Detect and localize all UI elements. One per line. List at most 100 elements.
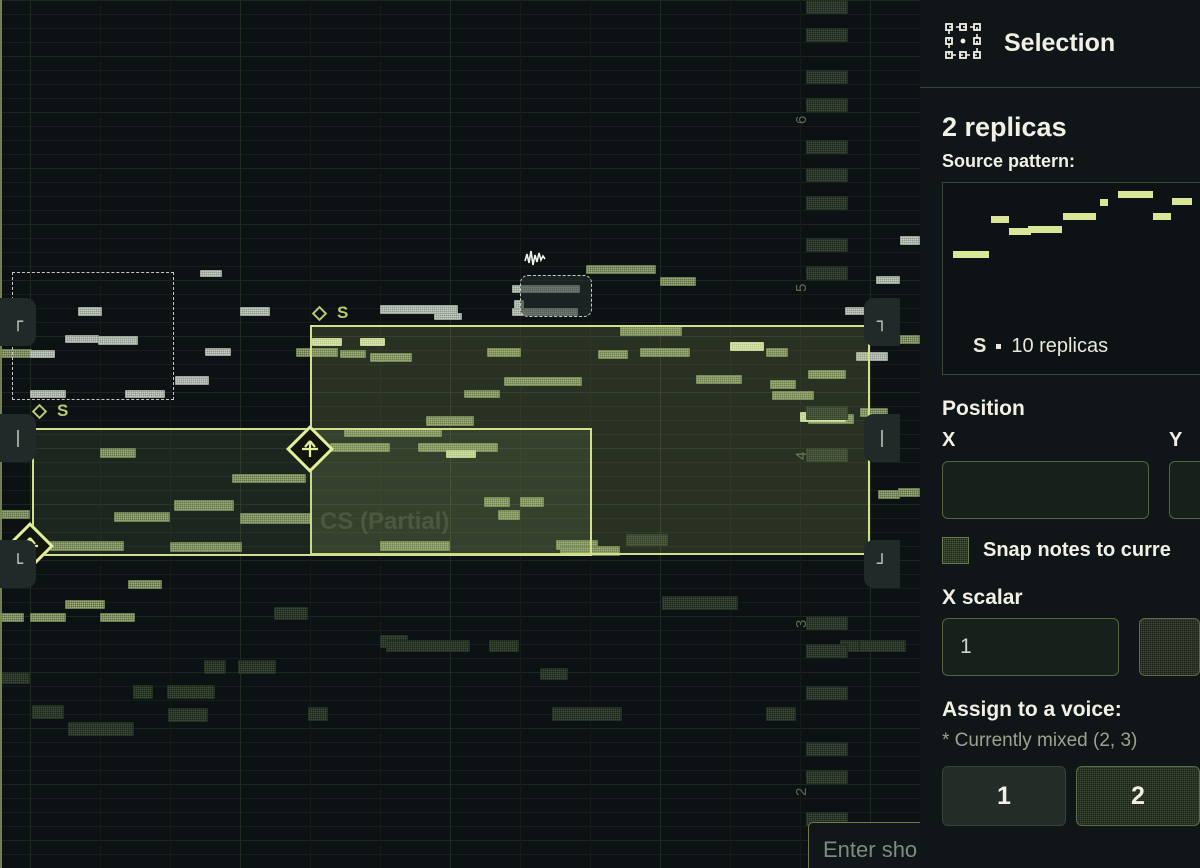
note-block[interactable]	[434, 313, 462, 320]
position-x-input[interactable]	[942, 461, 1149, 519]
note-block[interactable]	[620, 326, 682, 336]
note-block[interactable]	[330, 443, 390, 452]
note-block[interactable]	[806, 266, 848, 280]
note-block[interactable]	[900, 236, 920, 245]
edge-tab-top-right[interactable]: ┐	[864, 298, 900, 346]
note-block[interactable]	[446, 450, 476, 458]
note-block[interactable]	[696, 375, 742, 384]
note-block[interactable]	[133, 685, 153, 699]
edge-tab-mid-left[interactable]: |	[0, 414, 36, 462]
note-block[interactable]	[0, 613, 24, 622]
edge-tab-bottom-left[interactable]: └	[0, 540, 36, 588]
note-block[interactable]	[168, 708, 208, 722]
note-block[interactable]	[662, 596, 738, 610]
note-block[interactable]	[520, 497, 544, 507]
note-block[interactable]	[498, 510, 520, 520]
note-block[interactable]	[274, 607, 308, 620]
note-block[interactable]	[898, 488, 920, 497]
note-block[interactable]	[808, 370, 846, 379]
note-block[interactable]	[240, 513, 312, 524]
note-block[interactable]	[766, 348, 788, 357]
note-block[interactable]	[340, 350, 366, 358]
edge-tab-bottom-right[interactable]: ┘	[864, 540, 900, 588]
note-block[interactable]	[240, 307, 270, 316]
note-block[interactable]	[856, 352, 888, 361]
x-scalar-input[interactable]: 1	[942, 618, 1120, 676]
note-block[interactable]	[167, 685, 215, 699]
note-block[interactable]	[232, 474, 306, 483]
note-block[interactable]	[512, 308, 578, 316]
note-block[interactable]	[78, 307, 102, 316]
note-block[interactable]	[806, 686, 848, 700]
note-block[interactable]	[504, 377, 582, 386]
note-block[interactable]	[560, 546, 620, 556]
note-block[interactable]	[540, 668, 568, 680]
note-block[interactable]	[100, 448, 136, 458]
piano-roll-canvas[interactable]: 65432 S S CS (Partial) ┌ | └ ┐ | ┘	[0, 0, 920, 868]
note-block[interactable]	[344, 428, 442, 437]
note-block[interactable]	[370, 353, 412, 362]
note-block[interactable]	[730, 342, 764, 351]
note-block[interactable]	[68, 722, 134, 736]
note-block[interactable]	[386, 640, 470, 652]
note-block[interactable]	[32, 705, 64, 719]
note-block[interactable]	[806, 770, 848, 784]
note-block[interactable]	[806, 644, 848, 658]
note-block[interactable]	[878, 490, 900, 499]
voice-button-2[interactable]: 2	[1076, 766, 1200, 826]
note-block[interactable]	[380, 541, 450, 551]
note-block[interactable]	[598, 350, 628, 359]
note-block[interactable]	[312, 338, 342, 346]
note-block[interactable]	[806, 0, 848, 14]
note-block[interactable]	[30, 390, 66, 398]
note-block[interactable]	[660, 277, 696, 286]
note-block[interactable]	[238, 660, 276, 674]
note-block[interactable]	[360, 338, 385, 346]
edge-tab-mid-right[interactable]: |	[864, 414, 900, 462]
note-block[interactable]	[484, 497, 510, 507]
note-block[interactable]	[30, 613, 66, 622]
voice-button-1[interactable]: 1	[942, 766, 1066, 826]
note-block[interactable]	[200, 270, 222, 277]
note-block[interactable]	[806, 616, 848, 630]
note-block[interactable]	[50, 541, 124, 551]
note-block[interactable]	[0, 349, 32, 358]
edge-tab-top-left[interactable]: ┌	[0, 298, 36, 346]
note-block[interactable]	[770, 380, 796, 389]
note-block[interactable]	[0, 510, 30, 519]
note-block[interactable]	[552, 707, 622, 721]
note-block[interactable]	[806, 140, 848, 154]
position-y-input[interactable]	[1169, 461, 1200, 519]
note-block[interactable]	[806, 196, 848, 210]
note-block[interactable]	[772, 391, 814, 400]
note-block[interactable]	[489, 640, 519, 652]
note-block[interactable]	[98, 336, 138, 345]
note-block[interactable]	[65, 600, 105, 609]
source-pattern-preview[interactable]: S 10 replicas	[942, 182, 1200, 375]
note-block[interactable]	[806, 406, 848, 420]
note-block[interactable]	[204, 660, 226, 674]
note-block[interactable]	[586, 265, 656, 274]
note-block[interactable]	[205, 348, 231, 356]
note-block[interactable]	[806, 448, 848, 462]
note-block[interactable]	[0, 672, 30, 684]
note-block[interactable]	[174, 500, 234, 511]
note-block[interactable]	[296, 348, 338, 357]
note-block[interactable]	[514, 300, 524, 309]
note-block[interactable]	[626, 534, 668, 546]
note-block[interactable]	[114, 512, 170, 522]
note-block[interactable]	[640, 348, 690, 357]
note-block[interactable]	[65, 335, 99, 343]
note-block[interactable]	[806, 168, 848, 182]
selection-drag-handle[interactable]	[285, 424, 335, 474]
note-block[interactable]	[876, 276, 900, 284]
note-block[interactable]	[806, 98, 848, 112]
note-block[interactable]	[464, 390, 500, 398]
note-block[interactable]	[100, 613, 135, 622]
note-block[interactable]	[806, 238, 848, 252]
note-block[interactable]	[487, 348, 521, 357]
snap-notes-checkbox[interactable]	[942, 537, 969, 564]
note-block[interactable]	[512, 285, 580, 293]
note-block[interactable]	[125, 390, 165, 398]
note-block[interactable]	[30, 350, 55, 358]
